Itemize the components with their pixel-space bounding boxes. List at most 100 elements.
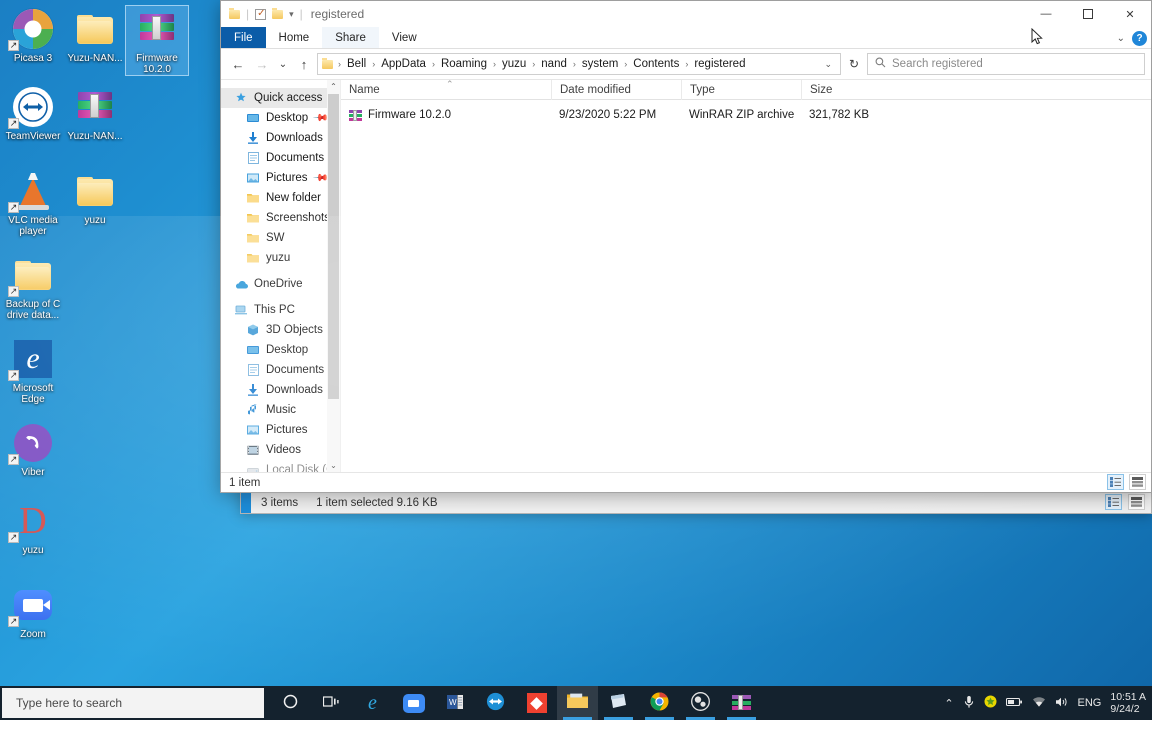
security-icon[interactable] [984,695,997,711]
chevron-down-icon[interactable]: ⌄ [1117,33,1125,44]
desktop-icon-vlc[interactable]: ↗ VLC media player [2,168,64,237]
battery-icon[interactable] [1006,697,1023,710]
search-box[interactable]: Search registered [867,53,1145,75]
sidebar-item-quick-access[interactable]: Quick access [221,88,340,108]
taskbar-search-box[interactable]: Type here to search [2,688,264,718]
details-view-button[interactable] [1107,474,1124,490]
breadcrumb-item-contents[interactable]: Contents [630,58,682,70]
scroll-up-button[interactable]: ⌃ [327,80,340,93]
tab-share[interactable]: Share [322,27,379,48]
desktop-icon-yuzu-folder[interactable]: yuzu [64,168,126,226]
desktop-icon-yuzu-nand-folder[interactable]: Yuzu-NAN... [64,6,126,64]
sidebar-item-pictures-pc[interactable]: Pictures [221,420,340,440]
help-icon[interactable]: ? [1132,31,1147,46]
sidebar-item-3d-objects[interactable]: 3D Objects [221,320,340,340]
obs-taskbar-button[interactable] [680,686,721,720]
sidebar-item-yuzu[interactable]: yuzu [221,248,340,268]
scrollbar-thumb[interactable] [328,94,339,399]
taskbar-buttons[interactable]: e W [270,686,762,720]
sidebar-item-pictures[interactable]: Pictures 📌 [221,168,340,188]
pin-icon[interactable]: 📌 [311,170,328,187]
properties-checkbox-icon[interactable] [255,9,266,20]
desktop-background[interactable]: ↗ Picasa 3 ↗ TeamViewer ↗ [0,0,1152,720]
language-indicator[interactable]: ENG [1078,697,1102,709]
view-toggle-group[interactable] [1107,474,1146,490]
address-dropdown-icon[interactable]: ⌄ [820,59,836,70]
desktop-icon-backup-folder[interactable]: ↗ Backup of C drive data... [2,252,64,321]
taskbar[interactable]: Type here to search e [0,686,1152,720]
desktop-icon-zoom[interactable]: ↗ Zoom [2,582,64,640]
file-list-pane[interactable]: Name ⌃ Date modified Type Size Firmware … [341,80,1151,472]
sidebar-item-music[interactable]: Music [221,400,340,420]
navigation-pane[interactable]: Quick access Desktop 📌 Downloads [221,80,341,472]
breadcrumb-item-registered[interactable]: registered [691,58,748,70]
edge-taskbar-button[interactable]: e [352,686,393,720]
sidebar-item-new-folder[interactable]: New folder [221,188,340,208]
ribbon-right-controls[interactable]: ⌄ ? [1117,27,1147,49]
close-button[interactable]: ✕ [1109,1,1151,27]
address-bar[interactable]: › Bell › AppData › Roaming › yuzu › nand… [317,53,841,75]
breadcrumb-item-nand[interactable]: nand [538,58,570,70]
chrome-taskbar-button[interactable] [639,686,680,720]
sidebar-item-desktop[interactable]: Desktop 📌 [221,108,340,128]
breadcrumb-item-bell[interactable]: Bell [344,58,369,70]
zoom-taskbar-button[interactable] [393,686,434,720]
sidebar-item-videos[interactable]: Videos [221,440,340,460]
desktop-icon-firmware-archive[interactable]: Firmware 10.2.0 [126,6,188,75]
winrar-taskbar-button[interactable] [721,686,762,720]
wifi-icon[interactable] [1032,696,1046,711]
new-folder-icon[interactable] [272,10,283,19]
back-button[interactable]: ← [227,53,249,75]
recent-locations-button[interactable]: ⌄ [275,53,291,75]
sidebar-item-downloads-pc[interactable]: Downloads [221,380,340,400]
navigation-bar[interactable]: ← → ⌄ ↑ › Bell › AppData › Roaming › yuz… [221,49,1151,79]
system-tray[interactable]: ⌃ [944,691,1152,715]
maximize-button[interactable] [1067,1,1109,27]
ribbon-tab-bar[interactable]: File Home Share View ⌄ ? [221,27,1151,49]
sidebar-item-sw[interactable]: SW [221,228,340,248]
microphone-icon[interactable] [963,695,975,712]
refresh-button[interactable]: ↻ [843,53,865,75]
breadcrumb-item-system[interactable]: system [579,58,621,70]
word-taskbar-button[interactable]: W [434,686,475,720]
forward-button[interactable]: → [251,53,273,75]
explorer-window[interactable]: | ▾ | registered — ✕ File Home Share Vie… [220,0,1152,493]
folder-icon[interactable] [229,10,240,19]
quick-access-toolbar[interactable]: | ▾ | [229,7,303,21]
search-input[interactable]: Type here to search [16,696,122,710]
column-header-name[interactable]: Name ⌃ [341,80,551,100]
speaker-icon[interactable] [1055,696,1069,711]
clock[interactable]: 10:51 A 9/24/2 [1110,691,1146,715]
breadcrumb-item-yuzu[interactable]: yuzu [499,58,529,70]
column-header-size[interactable]: Size [801,80,891,100]
sidebar-item-local-disk[interactable]: Local Disk (C:) [221,460,340,472]
breadcrumb-item-appdata[interactable]: AppData [378,58,429,70]
desktop-icon-edge[interactable]: e ↗ Microsoft Edge [2,336,64,405]
sidebar-item-desktop-pc[interactable]: Desktop [221,340,340,360]
sticky-notes-taskbar-button[interactable] [598,686,639,720]
sidebar-item-screenshots[interactable]: Screenshots [221,208,340,228]
desktop-icon-viber[interactable]: ↗ Viber [2,420,64,478]
navigation-pane-scrollbar[interactable]: ⌃ ⌄ [327,80,340,472]
large-icons-view-button[interactable] [1128,494,1145,510]
file-name-cell[interactable]: Firmware 10.2.0 [341,109,551,121]
cortana-button[interactable] [270,686,311,720]
desktop-icon-yuzu-nand-archive[interactable]: Yuzu-NAN... [64,84,126,142]
column-header-type[interactable]: Type [681,80,801,100]
minimize-button[interactable]: — [1025,1,1067,27]
sidebar-item-documents-pc[interactable]: Documents [221,360,340,380]
column-headers[interactable]: Name ⌃ Date modified Type Size [341,80,1151,100]
large-icons-view-button[interactable] [1129,474,1146,490]
sidebar-item-this-pc[interactable]: This PC [221,300,340,320]
breadcrumb-item-roaming[interactable]: Roaming [438,58,490,70]
file-explorer-taskbar-button[interactable] [557,686,598,720]
desktop-icon-picasa[interactable]: ↗ Picasa 3 [2,6,64,64]
sidebar-item-onedrive[interactable]: OneDrive [221,274,340,294]
desktop-icon-yuzu[interactable]: D ↗ yuzu [2,498,64,556]
tab-view[interactable]: View [379,27,430,48]
window-title-bar[interactable]: | ▾ | registered — ✕ [221,1,1151,27]
chevron-down-icon[interactable]: ▾ [289,9,294,20]
sidebar-item-downloads[interactable]: Downloads 📌 [221,128,340,148]
sidebar-item-documents[interactable]: Documents 📌 [221,148,340,168]
window-controls[interactable]: — ✕ [1025,1,1151,27]
